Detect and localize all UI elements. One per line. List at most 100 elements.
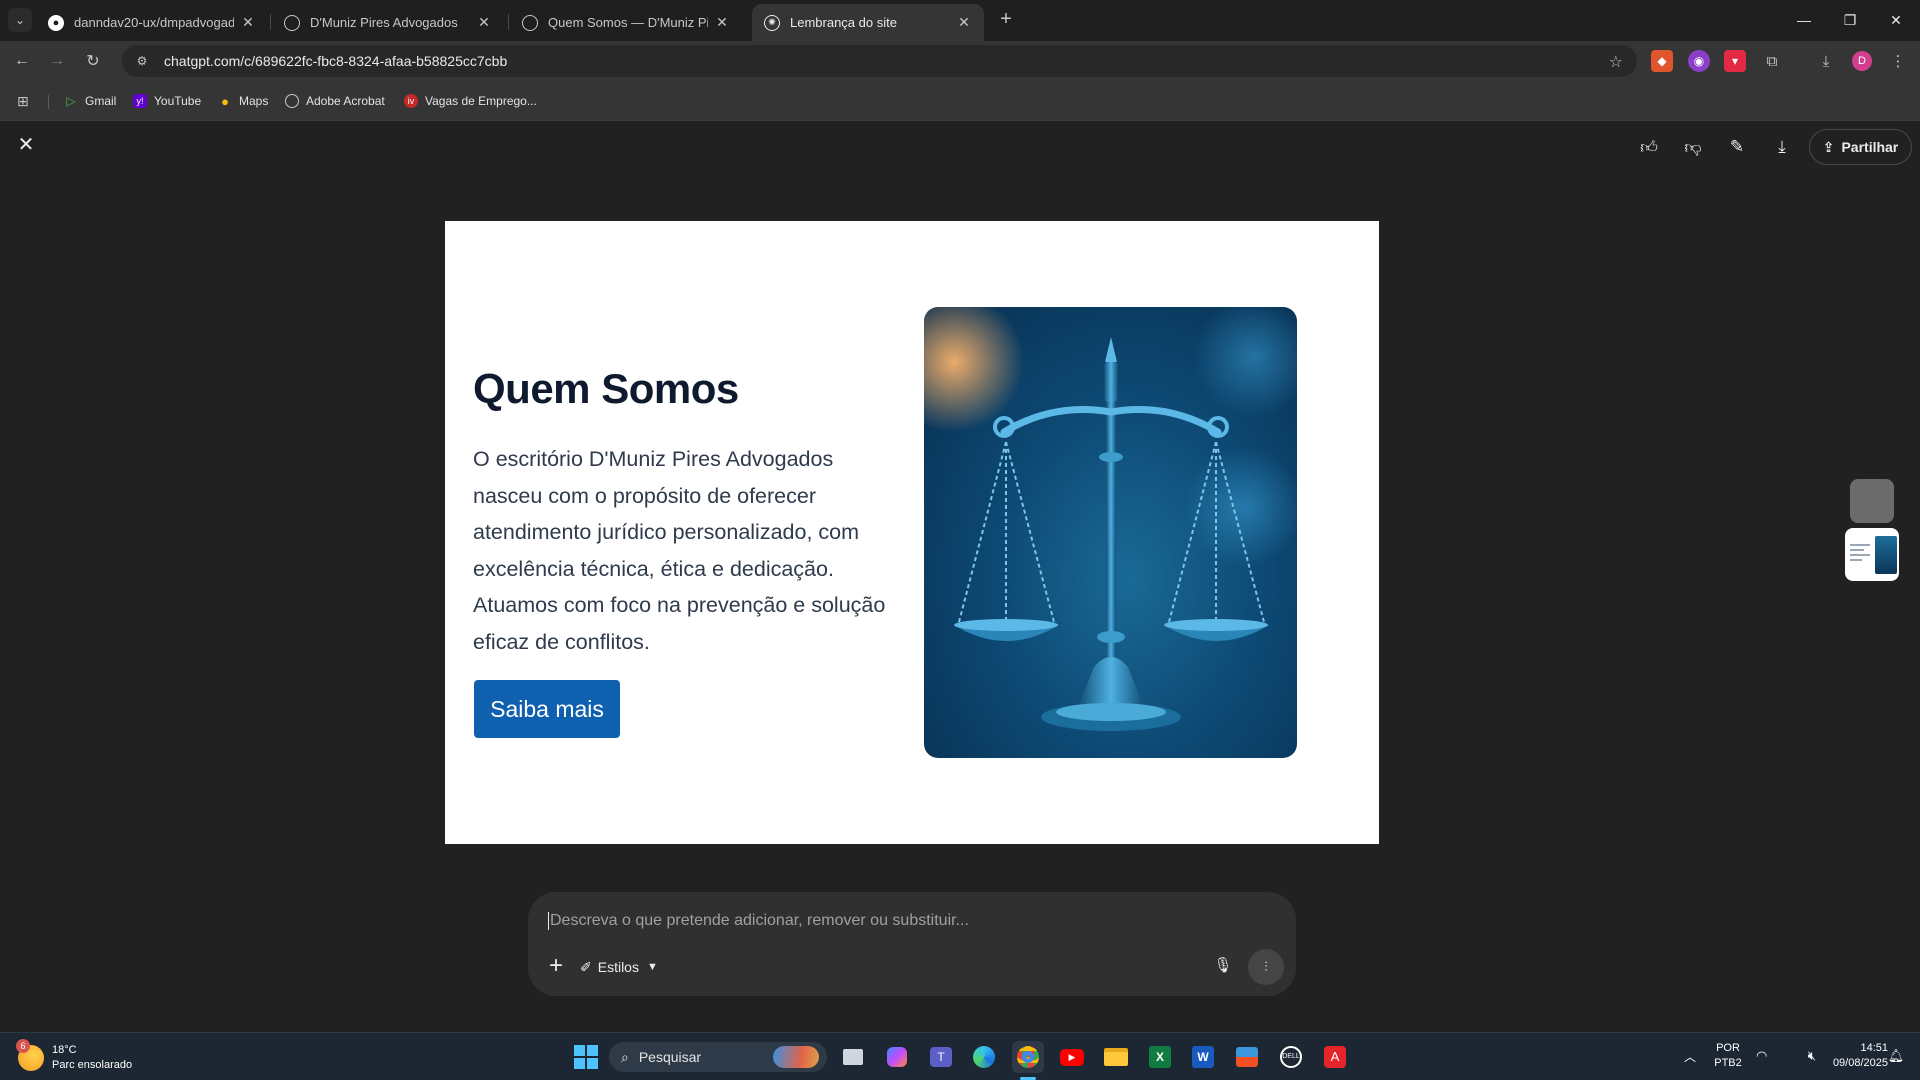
- share-label: Partilhar: [1841, 139, 1899, 155]
- canvas-title: Quem Somos: [473, 365, 739, 412]
- tab-lembranca[interactable]: ✺ Lembrança do site ✕: [752, 4, 984, 41]
- clock-date: 09/08/2025: [1832, 1057, 1888, 1069]
- canvas-paragraph: O escritório D'Muniz Pires Advogados nas…: [473, 447, 886, 654]
- youtube-icon[interactable]: ▶: [1056, 1041, 1088, 1073]
- tab-divider: [270, 14, 271, 30]
- scales-of-justice-image: [924, 307, 1297, 758]
- bookmark-divider: [48, 95, 49, 109]
- word-icon[interactable]: W: [1187, 1041, 1219, 1073]
- weather-temp: 18°C: [52, 1044, 77, 1056]
- address-bar[interactable]: ⚙ chatgpt.com/c/689622fc-fbc8-8324-afaa-…: [122, 45, 1637, 77]
- tab-bar: ⌄ ● danndav20-ux/dmpadvogados ✕ D'Muniz …: [0, 0, 1920, 41]
- close-tab-icon[interactable]: ✕: [476, 14, 492, 31]
- taskbar-search[interactable]: ⌕ Pesquisar: [609, 1042, 827, 1072]
- microphone-icon[interactable]: 🎙︎: [1212, 956, 1234, 978]
- show-hidden-icons-chevron[interactable]: ︿: [1680, 1032, 1700, 1080]
- thumbs-up-icon[interactable]: 👍︎: [1638, 136, 1660, 158]
- chevron-down-icon: ▼: [646, 961, 658, 973]
- bookmark-label: Maps: [239, 94, 269, 108]
- new-tab-button[interactable]: +: [994, 8, 1018, 32]
- extension-purple-icon[interactable]: ◉: [1688, 50, 1710, 72]
- share-button[interactable]: ⇪ Partilhar: [1809, 129, 1912, 165]
- weather-widget[interactable]: 6 18°C Parc ensolarado: [16, 1039, 133, 1074]
- copilot-icon[interactable]: [881, 1041, 913, 1073]
- generated-image-canvas: Quem Somos O escritório D'Muniz Pires Ad…: [445, 221, 1379, 844]
- thumbnail-text-lines: [1850, 544, 1870, 564]
- bookmarks-bar: ⊞ ▷ Gmail y! YouTube ● Maps Adobe Acroba…: [0, 81, 1920, 121]
- close-tab-icon[interactable]: ✕: [240, 14, 256, 31]
- close-window-icon[interactable]: ✕: [1873, 0, 1919, 40]
- bookmark-youtube[interactable]: y! YouTube: [133, 91, 201, 111]
- browser-toolbar: ← → ↻ ⚙ chatgpt.com/c/689622fc-fbc8-8324…: [0, 41, 1920, 81]
- edge-icon[interactable]: [968, 1041, 1000, 1073]
- system-clock[interactable]: 14:51 09/08/2025: [1808, 1032, 1888, 1080]
- teams-icon[interactable]: T: [925, 1041, 957, 1073]
- search-highlight-image: [773, 1046, 819, 1068]
- saiba-mais-button: Saiba mais: [474, 680, 620, 738]
- downloads-icon[interactable]: ⤓: [1815, 50, 1837, 72]
- extension-pocket-icon[interactable]: ▾: [1724, 50, 1746, 72]
- restore-icon[interactable]: ❐: [1827, 0, 1873, 40]
- menu-kebab-icon[interactable]: ⋮: [1887, 50, 1909, 72]
- site-info-icon[interactable]: ⚙: [134, 53, 150, 69]
- weather-sun-icon: 6: [16, 1039, 44, 1071]
- github-icon: ●: [48, 14, 64, 31]
- excel-icon[interactable]: X: [1144, 1041, 1176, 1073]
- styles-label: Estilos: [597, 959, 639, 975]
- select-edit-icon[interactable]: ✎: [1726, 136, 1748, 158]
- prompt-placeholder[interactable]: Descreva o que pretende adicionar, remov…: [548, 912, 969, 930]
- windows-start-icon[interactable]: [570, 1041, 602, 1073]
- tab-search-button[interactable]: ⌄: [8, 8, 32, 32]
- keyboard-layout: PTB2: [1714, 1057, 1742, 1069]
- extension-fox-icon[interactable]: ◆: [1651, 50, 1673, 72]
- gmail-icon: ▷: [66, 94, 76, 108]
- bookmark-label: Vagas de Emprego...: [425, 94, 537, 108]
- extensions-puzzle-icon[interactable]: ⧉: [1761, 50, 1783, 72]
- thumbs-down-icon[interactable]: 👎︎: [1682, 136, 1704, 158]
- add-attachment-icon[interactable]: +: [545, 954, 567, 978]
- back-arrow-icon[interactable]: ←: [10, 49, 34, 73]
- close-tab-icon[interactable]: ✕: [956, 14, 972, 31]
- dell-icon[interactable]: DELL: [1275, 1041, 1307, 1073]
- edit-prompt-composer[interactable]: Descreva o que pretende adicionar, remov…: [528, 892, 1296, 996]
- close-editor-icon[interactable]: ✕: [16, 135, 36, 155]
- forward-arrow-icon[interactable]: →: [45, 49, 69, 73]
- bookmark-vagas[interactable]: iv Vagas de Emprego...: [404, 91, 537, 111]
- tab-quem-somos[interactable]: Quem Somos — D'Muniz Pires ✕: [510, 4, 742, 41]
- download-icon[interactable]: ⤓: [1771, 136, 1793, 158]
- task-view-icon[interactable]: [837, 1041, 869, 1073]
- notifications-bell-icon[interactable]: 🔔︎: [1886, 1032, 1906, 1080]
- windows-taskbar: 6 18°C Parc ensolarado ⌕ Pesquisar T ▶ X…: [0, 1032, 1920, 1080]
- bookmark-maps[interactable]: ● Maps: [218, 91, 268, 111]
- bookmark-star-icon[interactable]: ☆: [1609, 52, 1623, 72]
- maps-pin-icon: ●: [221, 93, 229, 109]
- acrobat-icon[interactable]: A: [1319, 1041, 1351, 1073]
- thumbnail-current-image[interactable]: [1845, 528, 1899, 581]
- tab-title: Quem Somos — D'Muniz Pires: [548, 15, 708, 30]
- close-tab-icon[interactable]: ✕: [714, 14, 730, 31]
- minimize-icon[interactable]: —: [1781, 0, 1827, 40]
- store-icon[interactable]: [1231, 1041, 1263, 1073]
- tab-github[interactable]: ● danndav20-ux/dmpadvogados ✕: [36, 4, 268, 41]
- thumbnail-placeholder[interactable]: [1850, 479, 1894, 523]
- profile-avatar[interactable]: D: [1852, 51, 1872, 71]
- apps-grid-icon[interactable]: ⊞: [17, 91, 29, 111]
- file-explorer-icon[interactable]: [1100, 1041, 1132, 1073]
- bookmark-gmail[interactable]: ▷ Gmail: [64, 91, 116, 111]
- weather-condition: Parc ensolarado: [52, 1059, 133, 1071]
- styles-dropdown[interactable]: ✐ Estilos ▼: [580, 956, 658, 978]
- bookmark-adobe[interactable]: Adobe Acrobat: [285, 91, 385, 111]
- voice-mode-button[interactable]: ⫶: [1248, 949, 1284, 985]
- network-volume-tray[interactable]: ◠ 🔇︎: [1756, 1032, 1816, 1080]
- search-icon: ⌕: [621, 1048, 629, 1065]
- chrome-icon[interactable]: [1012, 1041, 1044, 1080]
- language-indicator[interactable]: POR PTB2: [1712, 1032, 1744, 1080]
- share-icon: ⇪: [1822, 138, 1835, 155]
- tab-dmuniz[interactable]: D'Muniz Pires Advogados ✕: [272, 4, 504, 41]
- styles-brush-icon: ✐: [580, 958, 592, 975]
- wifi-icon: ◠: [1756, 1048, 1768, 1063]
- language-code: POR: [1716, 1042, 1740, 1054]
- bookmark-label: Adobe Acrobat: [306, 94, 385, 108]
- reload-icon[interactable]: ↻: [81, 49, 105, 73]
- jobs-icon: iv: [404, 94, 418, 108]
